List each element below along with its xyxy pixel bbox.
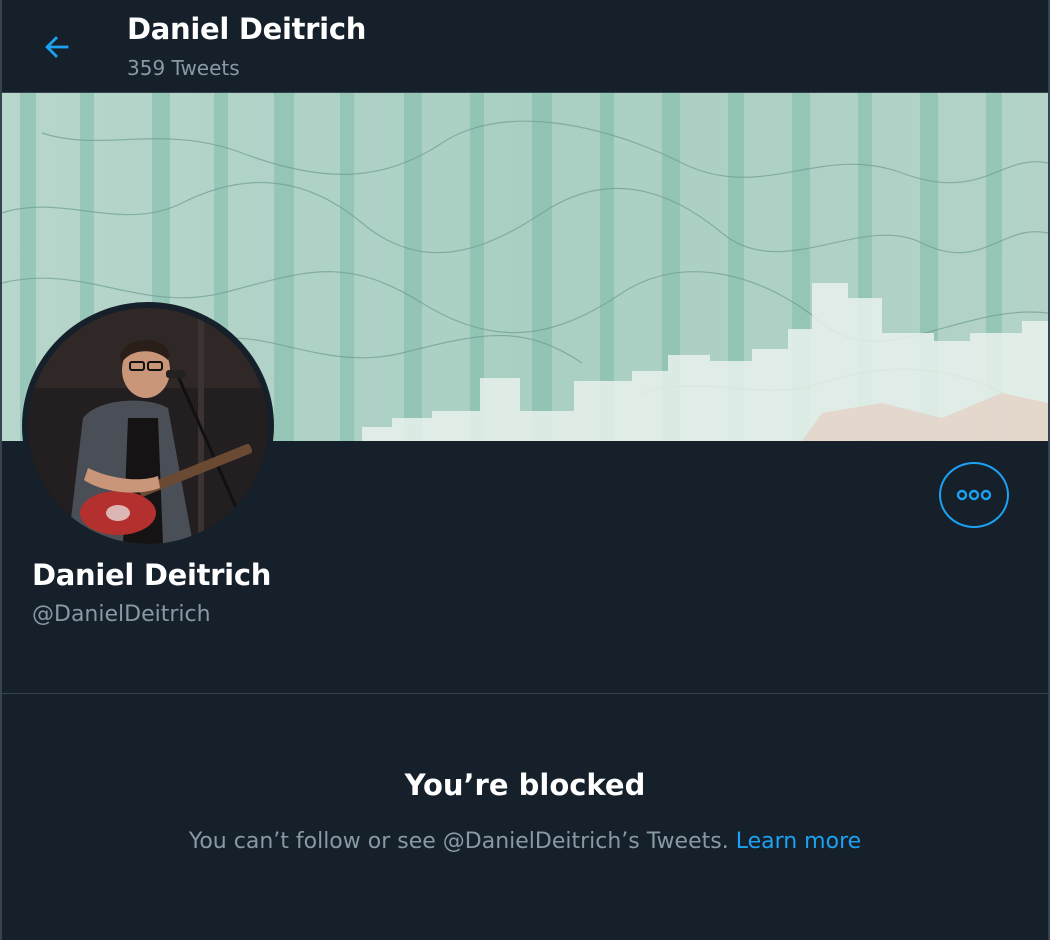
section-divider [2,693,1048,694]
more-horizontal-icon [956,489,992,501]
more-options-button[interactable] [939,462,1009,528]
profile-page: Daniel Deitrich 359 Tweets Daniel Deitri… [0,0,1050,940]
profile-handle: @DanielDeitrich [32,602,211,627]
back-button[interactable] [32,22,82,72]
learn-more-link[interactable]: Learn more [736,829,861,854]
blocked-title: You’re blocked [404,768,646,802]
profile-avatar[interactable] [22,302,274,550]
header-title: Daniel Deitrich [127,12,367,46]
blocked-message: You can’t follow or see @DanielDeitrich’… [2,829,1048,854]
profile-header: Daniel Deitrich 359 Tweets [2,0,1048,93]
profile-name: Daniel Deitrich [32,558,272,592]
avatar-photo [28,308,268,544]
arrow-left-icon [45,36,69,58]
tweet-count: 359 Tweets [127,56,240,80]
blocked-message-text: You can’t follow or see @DanielDeitrich’… [188,829,729,854]
